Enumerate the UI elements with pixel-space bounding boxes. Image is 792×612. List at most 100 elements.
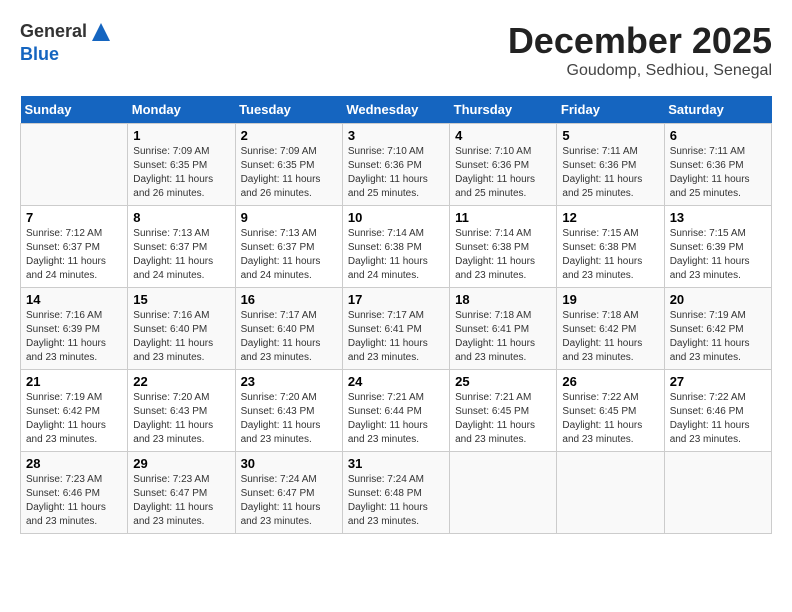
calendar-cell: 25Sunrise: 7:21 AM Sunset: 6:45 PM Dayli… [450,370,557,452]
day-number: 15 [133,292,229,307]
calendar-cell: 17 Sunrise: 7:17 AM Sunset: 6:41 PM Dayli… [342,288,449,370]
calendar-cell [557,452,664,534]
calendar-week-row: 28 Sunrise: 7:23 AM Sunset: 6:46 PM Dayli… [21,452,772,534]
calendar-week-row: 14Sunrise: 7:16 AM Sunset: 6:39 PM Dayli… [21,288,772,370]
calendar-cell: 4 Sunrise: 7:10 AM Sunset: 6:36 PM Daylig… [450,124,557,206]
day-info: Sunrise: 7:22 AM Sunset: 6:46 PM Dayligh… [670,391,766,447]
day-number: 30 [241,456,337,471]
day-number: 2 [241,128,337,143]
day-number: 1 [133,128,229,143]
day-info: Sunrise: 7:18 AM Sunset: 6:42 PM Dayligh… [562,309,658,365]
logo: General Blue [20,20,113,66]
day-info: Sunrise: 7:13 AM Sunset: 6:37 PM Dayligh… [241,227,337,283]
calendar-cell: 11 Sunrise: 7:14 AM Sunset: 6:38 PM Dayli… [450,206,557,288]
calendar-cell: 21Sunrise: 7:19 AM Sunset: 6:42 PM Dayli… [21,370,128,452]
day-number: 11 [455,210,551,225]
calendar-cell: 13 Sunrise: 7:15 AM Sunset: 6:39 PM Dayli… [664,206,771,288]
day-number: 28 [26,456,122,471]
day-number: 27 [670,374,766,389]
calendar-cell [21,124,128,206]
day-number: 23 [241,374,337,389]
calendar-cell: 29 Sunrise: 7:23 AM Sunset: 6:47 PM Dayli… [128,452,235,534]
day-of-week-header: Tuesday [235,96,342,124]
day-number: 10 [348,210,444,225]
day-number: 19 [562,292,658,307]
day-info: Sunrise: 7:19 AM Sunset: 6:42 PM Dayligh… [670,309,766,365]
day-info: Sunrise: 7:17 AM Sunset: 6:40 PM Dayligh… [241,309,337,365]
calendar-cell: 6 Sunrise: 7:11 AM Sunset: 6:36 PM Daylig… [664,124,771,206]
calendar-week-row: 21Sunrise: 7:19 AM Sunset: 6:42 PM Dayli… [21,370,772,452]
day-info: Sunrise: 7:17 AM Sunset: 6:41 PM Dayligh… [348,309,444,365]
day-number: 5 [562,128,658,143]
day-number: 29 [133,456,229,471]
calendar-cell: 24 Sunrise: 7:21 AM Sunset: 6:44 PM Dayli… [342,370,449,452]
day-number: 17 [348,292,444,307]
day-number: 7 [26,210,122,225]
day-of-week-header: Wednesday [342,96,449,124]
day-info: Sunrise: 7:11 AM Sunset: 6:36 PM Dayligh… [562,145,658,201]
day-info: Sunrise: 7:24 AM Sunset: 6:47 PM Dayligh… [241,473,337,529]
day-info: Sunrise: 7:09 AM Sunset: 6:35 PM Dayligh… [133,145,229,201]
day-info: Sunrise: 7:10 AM Sunset: 6:36 PM Dayligh… [455,145,551,201]
day-of-week-header: Monday [128,96,235,124]
day-info: Sunrise: 7:15 AM Sunset: 6:39 PM Dayligh… [670,227,766,283]
day-number: 26 [562,374,658,389]
calendar-week-row: 7 Sunrise: 7:12 AM Sunset: 6:37 PM Daylig… [21,206,772,288]
logo-icon [89,20,113,44]
calendar-cell: 12 Sunrise: 7:15 AM Sunset: 6:38 PM Dayli… [557,206,664,288]
day-number: 3 [348,128,444,143]
day-of-week-header: Thursday [450,96,557,124]
calendar-cell: 16 Sunrise: 7:17 AM Sunset: 6:40 PM Dayli… [235,288,342,370]
day-info: Sunrise: 7:12 AM Sunset: 6:37 PM Dayligh… [26,227,122,283]
day-number: 21 [26,374,122,389]
day-info: Sunrise: 7:23 AM Sunset: 6:47 PM Dayligh… [133,473,229,529]
calendar-cell: 1 Sunrise: 7:09 AM Sunset: 6:35 PM Daylig… [128,124,235,206]
calendar-cell: 22 Sunrise: 7:20 AM Sunset: 6:43 PM Dayli… [128,370,235,452]
calendar-cell: 15 Sunrise: 7:16 AM Sunset: 6:40 PM Dayli… [128,288,235,370]
day-number: 24 [348,374,444,389]
day-info: Sunrise: 7:21 AM Sunset: 6:44 PM Dayligh… [348,391,444,447]
day-number: 22 [133,374,229,389]
calendar-cell [664,452,771,534]
day-info: Sunrise: 7:22 AM Sunset: 6:45 PM Dayligh… [562,391,658,447]
day-info: Sunrise: 7:20 AM Sunset: 6:43 PM Dayligh… [241,391,337,447]
day-info: Sunrise: 7:11 AM Sunset: 6:36 PM Dayligh… [670,145,766,201]
day-number: 8 [133,210,229,225]
calendar-cell: 20 Sunrise: 7:19 AM Sunset: 6:42 PM Dayli… [664,288,771,370]
calendar-cell: 8 Sunrise: 7:13 AM Sunset: 6:37 PM Daylig… [128,206,235,288]
day-info: Sunrise: 7:13 AM Sunset: 6:37 PM Dayligh… [133,227,229,283]
day-info: Sunrise: 7:14 AM Sunset: 6:38 PM Dayligh… [348,227,444,283]
calendar-cell: 28 Sunrise: 7:23 AM Sunset: 6:46 PM Dayli… [21,452,128,534]
day-number: 6 [670,128,766,143]
day-info: Sunrise: 7:23 AM Sunset: 6:46 PM Dayligh… [26,473,122,529]
day-number: 9 [241,210,337,225]
calendar-cell: 19 Sunrise: 7:18 AM Sunset: 6:42 PM Dayli… [557,288,664,370]
calendar-cell: 31Sunrise: 7:24 AM Sunset: 6:48 PM Dayli… [342,452,449,534]
day-number: 4 [455,128,551,143]
day-number: 18 [455,292,551,307]
day-info: Sunrise: 7:16 AM Sunset: 6:40 PM Dayligh… [133,309,229,365]
day-number: 13 [670,210,766,225]
page-header: General Blue December 2025 Goudomp, Sedh… [20,20,772,80]
calendar-cell: 3 Sunrise: 7:10 AM Sunset: 6:36 PM Daylig… [342,124,449,206]
day-info: Sunrise: 7:09 AM Sunset: 6:35 PM Dayligh… [241,145,337,201]
day-info: Sunrise: 7:15 AM Sunset: 6:38 PM Dayligh… [562,227,658,283]
title-block: December 2025 Goudomp, Sedhiou, Senegal [508,20,772,80]
calendar-header-row: SundayMondayTuesdayWednesdayThursdayFrid… [21,96,772,124]
day-info: Sunrise: 7:20 AM Sunset: 6:43 PM Dayligh… [133,391,229,447]
day-number: 20 [670,292,766,307]
calendar-cell: 30 Sunrise: 7:24 AM Sunset: 6:47 PM Dayli… [235,452,342,534]
calendar-cell: 26 Sunrise: 7:22 AM Sunset: 6:45 PM Dayli… [557,370,664,452]
day-of-week-header: Friday [557,96,664,124]
location: Goudomp, Sedhiou, Senegal [508,62,772,80]
day-info: Sunrise: 7:14 AM Sunset: 6:38 PM Dayligh… [455,227,551,283]
day-number: 12 [562,210,658,225]
day-of-week-header: Sunday [21,96,128,124]
day-info: Sunrise: 7:10 AM Sunset: 6:36 PM Dayligh… [348,145,444,201]
calendar-cell: 14Sunrise: 7:16 AM Sunset: 6:39 PM Dayli… [21,288,128,370]
calendar-cell: 18Sunrise: 7:18 AM Sunset: 6:41 PM Dayli… [450,288,557,370]
calendar-table: SundayMondayTuesdayWednesdayThursdayFrid… [20,96,772,534]
day-info: Sunrise: 7:16 AM Sunset: 6:39 PM Dayligh… [26,309,122,365]
day-number: 16 [241,292,337,307]
calendar-cell [450,452,557,534]
